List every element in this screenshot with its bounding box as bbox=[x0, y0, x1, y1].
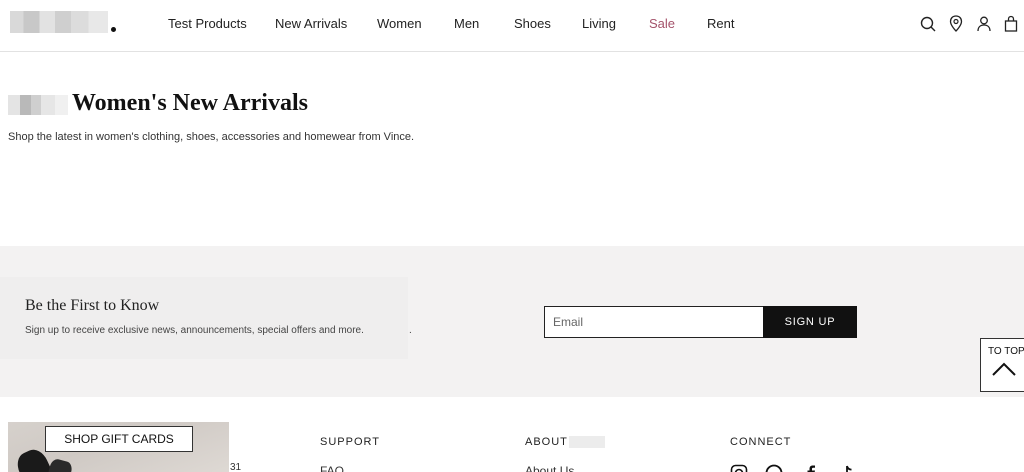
tiktok-icon[interactable] bbox=[838, 464, 856, 472]
page-subtitle: Shop the latest in women's clothing, sho… bbox=[8, 131, 415, 143]
footer-link-about-us[interactable]: About Us bbox=[525, 464, 574, 472]
nav-item-test-products[interactable]: Test Products bbox=[168, 16, 247, 31]
nav-item-men[interactable]: Men bbox=[454, 16, 479, 31]
nav-item-living[interactable]: Living bbox=[582, 16, 616, 31]
to-top-button[interactable]: TO TOP bbox=[980, 338, 1024, 392]
chevron-up-icon bbox=[992, 362, 1016, 376]
email-field[interactable] bbox=[544, 306, 764, 338]
about-brand-blurred bbox=[569, 436, 605, 448]
newsletter-trailing-text: . bbox=[409, 325, 412, 336]
page-title: Women's New Arrivals bbox=[72, 90, 308, 116]
pinterest-icon[interactable] bbox=[765, 464, 783, 472]
footer-heading-support: SUPPORT bbox=[320, 436, 380, 448]
nav-item-shoes[interactable]: Shoes bbox=[514, 16, 551, 31]
gift-extra-text: 31 bbox=[230, 462, 242, 472]
brand-logo-blurred bbox=[8, 95, 68, 115]
newsletter-text-panel bbox=[0, 277, 408, 359]
to-top-label: TO TOP bbox=[988, 346, 1024, 357]
search-icon[interactable] bbox=[919, 14, 937, 34]
newsletter-subtitle: Sign up to receive exclusive news, annou… bbox=[25, 325, 364, 336]
nav-item-new-arrivals[interactable]: New Arrivals bbox=[275, 16, 347, 31]
location-pin-icon[interactable] bbox=[947, 14, 965, 34]
logo-wordmark bbox=[10, 11, 108, 33]
nav-item-rent[interactable]: Rent bbox=[707, 16, 734, 31]
footer-link-faq[interactable]: FAQ bbox=[320, 464, 344, 472]
brand-logo[interactable] bbox=[10, 11, 116, 33]
shop-gift-cards-button[interactable]: SHOP GIFT CARDS bbox=[45, 426, 193, 452]
footer-heading-connect: CONNECT bbox=[730, 436, 792, 448]
site-header: Test Products New Arrivals Women Men Sho… bbox=[0, 0, 1024, 52]
nav-item-sale[interactable]: Sale bbox=[649, 16, 675, 31]
sign-up-button[interactable]: SIGN UP bbox=[763, 306, 857, 338]
instagram-icon[interactable] bbox=[730, 464, 748, 472]
nav-item-women[interactable]: Women bbox=[377, 16, 422, 31]
footer-heading-about: ABOUT bbox=[525, 436, 568, 448]
logo-dot bbox=[111, 27, 116, 32]
account-icon[interactable] bbox=[975, 14, 993, 34]
facebook-icon[interactable] bbox=[802, 464, 820, 472]
newsletter-title: Be the First to Know bbox=[25, 297, 160, 314]
shopping-bag-icon[interactable] bbox=[1002, 14, 1020, 34]
